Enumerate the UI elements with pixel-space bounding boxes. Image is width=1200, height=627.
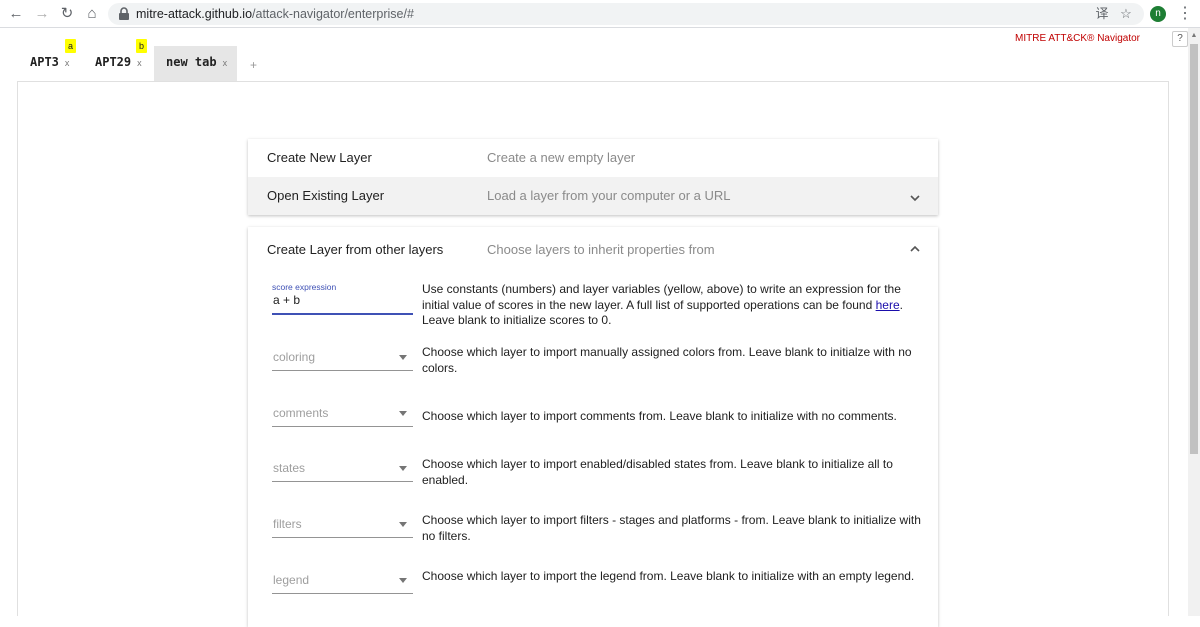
score-expression-input[interactable]: score expression a + b (272, 282, 413, 316)
layer-variable-badge: a (65, 39, 76, 53)
filters-help: Choose which layer to import filters - s… (422, 513, 921, 543)
browser-menu-icon[interactable]: ⋮ (1177, 4, 1193, 24)
comments-help: Choose which layer to import comments fr… (422, 409, 897, 423)
dropdown-arrow-icon (399, 355, 407, 360)
create-new-layer-header[interactable]: Create New Layer Create a new empty laye… (248, 139, 938, 177)
score-expression-help: Use constants (numbers) and layer variab… (422, 282, 903, 327)
layer-tab-bar: APT3 x a APT29 x b new tab x + MITRE ATT&CK… (0, 28, 1188, 82)
tab-apt29[interactable]: APT29 x (95, 46, 142, 82)
filters-select[interactable]: filters (272, 514, 413, 538)
input-underline (272, 593, 413, 594)
layer-options-panel: Create New Layer Create a new empty laye… (248, 139, 938, 215)
close-tab-icon[interactable]: x (137, 58, 142, 68)
legend-select[interactable]: legend (272, 570, 413, 594)
legend-help: Choose which layer to import the legend … (422, 569, 915, 583)
bookmark-star-icon[interactable]: ☆ (1118, 6, 1134, 22)
back-icon[interactable]: ← (6, 4, 26, 24)
scroll-up-arrow-icon[interactable]: ▲ (1188, 30, 1200, 42)
input-underline (272, 426, 413, 427)
scrollbar-thumb[interactable] (1190, 44, 1198, 454)
address-bar[interactable]: mitre-attack.github.io/attack-navigator/… (108, 3, 1144, 25)
input-underline (272, 370, 413, 371)
open-existing-layer-header[interactable]: Open Existing Layer Load a layer from yo… (248, 177, 938, 215)
url-text: mitre-attack.github.io/attack-navigator/… (136, 7, 414, 21)
close-tab-icon[interactable]: x (223, 58, 228, 68)
reload-icon[interactable]: ↻ (57, 4, 77, 24)
translate-icon[interactable]: 译 (1094, 6, 1110, 22)
chevron-down-icon[interactable] (908, 191, 922, 205)
close-tab-icon[interactable]: x (65, 58, 70, 68)
help-button[interactable]: ? (1172, 31, 1188, 47)
tab-apt3[interactable]: APT3 x (30, 46, 69, 82)
dropdown-arrow-icon (399, 466, 407, 471)
create-from-layers-header[interactable]: Create Layer from other layers Choose la… (248, 231, 938, 269)
comments-select[interactable]: comments (272, 403, 413, 427)
lock-icon (119, 7, 129, 20)
input-underline (272, 481, 413, 482)
layer-variable-badge: b (136, 39, 147, 53)
app-brand: MITRE ATT&CK® Navigator (1015, 33, 1140, 44)
home-icon[interactable]: ⌂ (82, 4, 102, 24)
dropdown-arrow-icon (399, 578, 407, 583)
coloring-select[interactable]: coloring (272, 347, 413, 371)
coloring-help: Choose which layer to import manually as… (422, 345, 912, 375)
profile-avatar[interactable]: n (1150, 6, 1166, 22)
forward-icon[interactable]: → (32, 4, 52, 24)
operations-help-link[interactable]: here (876, 298, 900, 312)
browser-toolbar: ← → ↻ ⌂ mitre-attack.github.io/attack-na… (0, 0, 1200, 28)
tab-new-tab[interactable]: new tab x (154, 46, 237, 82)
input-underline (272, 537, 413, 538)
create-from-layers-panel: Create Layer from other layers Choose la… (248, 227, 938, 627)
dropdown-arrow-icon (399, 411, 407, 416)
states-select[interactable]: states (272, 458, 413, 482)
add-tab-button[interactable]: + (250, 58, 257, 72)
states-help: Choose which layer to import enabled/dis… (422, 457, 893, 487)
input-underline (272, 313, 413, 315)
chevron-up-icon[interactable] (908, 242, 922, 256)
dropdown-arrow-icon (399, 522, 407, 527)
